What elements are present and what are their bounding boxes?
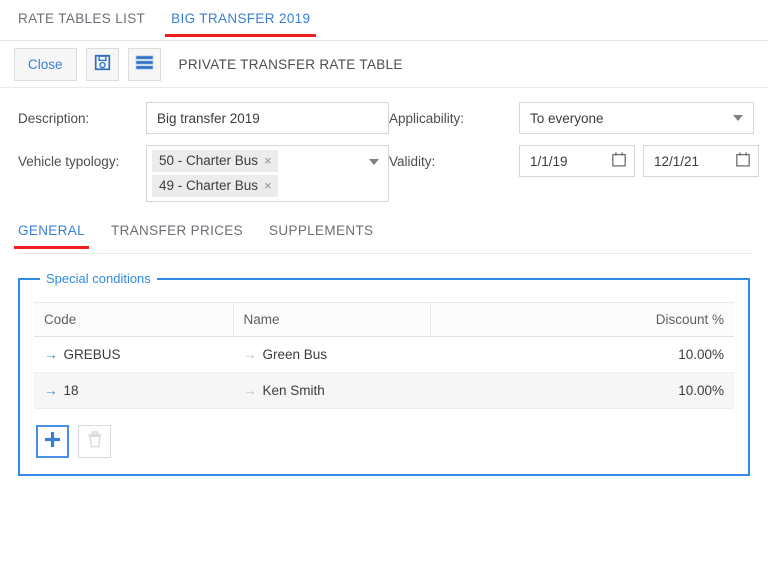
validity-range: 1/1/19 12/1/21 — [519, 145, 759, 177]
vehicle-typology-label: Vehicle typology: — [18, 154, 120, 169]
plus-icon — [44, 431, 61, 453]
column-header-discount[interactable]: Discount % — [430, 302, 734, 337]
close-button[interactable]: Close — [14, 48, 77, 81]
vehicle-chip-label: 50 - Charter Bus — [159, 153, 259, 168]
cell-code[interactable]: → GREBUS — [34, 336, 233, 373]
row-arrow-icon: → — [243, 347, 257, 362]
tab-transfer-prices[interactable]: TRANSFER PRICES — [111, 223, 243, 248]
tab-big-transfer-2019[interactable]: BIG TRANSFER 2019 — [165, 11, 317, 37]
tab-supplements-label: SUPPLEMENTS — [269, 223, 374, 238]
rate-table-form: Description: Big transfer 2019 Applicabi… — [0, 88, 768, 202]
row-arrow-icon: → — [44, 383, 58, 398]
toolbar: Close PRIVATE TRANSFER RATE TABLE — [0, 41, 768, 88]
trash-icon — [87, 430, 103, 453]
vehicle-chip-label: 49 - Charter Bus — [159, 178, 259, 193]
tab-supplements[interactable]: SUPPLEMENTS — [269, 223, 373, 248]
column-header-name[interactable]: Name — [233, 302, 431, 337]
cell-name[interactable]: → Ken Smith — [233, 372, 430, 409]
cell-name-value: Ken Smith — [262, 383, 325, 398]
column-header-code[interactable]: Code — [34, 302, 234, 337]
applicability-label: Applicability: — [389, 111, 465, 126]
validity-label: Validity: — [389, 154, 436, 169]
table-row[interactable]: → 18 → Ken Smith 10.00% — [34, 372, 734, 409]
cell-name[interactable]: → Green Bus — [233, 336, 430, 373]
chip-remove-icon[interactable]: × — [264, 177, 272, 194]
page-title: PRIVATE TRANSFER RATE TABLE — [178, 57, 403, 72]
applicability-value: To everyone — [530, 110, 604, 126]
validity-to-input[interactable]: 12/1/21 — [643, 145, 759, 177]
chip-remove-icon[interactable]: × — [264, 152, 272, 169]
tab-rate-tables-list-label: RATE TABLES LIST — [18, 11, 146, 26]
table-header-row: Code Name Discount % — [34, 302, 734, 337]
special-conditions-table: Code Name Discount % → GREBUS → Green Bus … — [34, 302, 734, 409]
vehicle-chip[interactable]: 49 - Charter Bus × — [152, 175, 278, 197]
applicability-select[interactable]: To everyone — [519, 102, 754, 134]
chevron-down-icon[interactable] — [369, 159, 379, 165]
chevron-down-icon — [733, 115, 743, 121]
vehicle-chip[interactable]: 50 - Charter Bus × — [152, 150, 278, 172]
delete-row-button — [78, 425, 111, 458]
cell-name-value: Green Bus — [262, 347, 328, 362]
validity-from-value: 1/1/19 — [530, 153, 568, 169]
menu-button[interactable] — [127, 48, 161, 81]
inner-tabstrip: GENERAL TRANSFER PRICES SUPPLEMENTS — [14, 223, 752, 254]
description-label: Description: — [18, 111, 90, 126]
cell-discount[interactable]: 10.00% — [430, 336, 734, 373]
tab-general-label: GENERAL — [18, 223, 85, 238]
calendar-icon[interactable] — [612, 152, 626, 170]
cell-code-value: 18 — [63, 383, 79, 398]
vehicle-typology-multiselect[interactable]: 50 - Charter Bus × 49 - Charter Bus × — [146, 145, 389, 202]
top-tabstrip: RATE TABLES LIST BIG TRANSFER 2019 — [0, 0, 768, 41]
save-floppy-icon — [94, 54, 111, 76]
tab-rate-tables-list[interactable]: RATE TABLES LIST — [18, 11, 145, 36]
tab-general[interactable]: GENERAL — [14, 223, 89, 249]
cell-discount[interactable]: 10.00% — [430, 372, 734, 409]
table-row[interactable]: → GREBUS → Green Bus 10.00% — [34, 336, 734, 373]
save-button[interactable] — [85, 48, 119, 81]
description-input[interactable]: Big transfer 2019 — [146, 102, 389, 134]
cell-code[interactable]: → 18 — [34, 372, 233, 409]
tab-big-transfer-2019-label: BIG TRANSFER 2019 — [171, 11, 311, 26]
add-row-button[interactable] — [36, 425, 69, 458]
calendar-icon[interactable] — [736, 152, 750, 170]
validity-to-value: 12/1/21 — [654, 153, 700, 169]
special-conditions-panel: Special conditions Code Name Discount % … — [18, 271, 750, 476]
table-actions — [34, 409, 734, 460]
special-conditions-legend: Special conditions — [46, 271, 151, 286]
row-arrow-icon: → — [243, 383, 257, 398]
row-arrow-icon: → — [44, 347, 58, 362]
validity-from-input[interactable]: 1/1/19 — [519, 145, 635, 177]
hamburger-menu-icon — [135, 55, 154, 75]
cell-code-value: GREBUS — [63, 347, 121, 362]
tab-transfer-prices-label: TRANSFER PRICES — [110, 223, 244, 238]
